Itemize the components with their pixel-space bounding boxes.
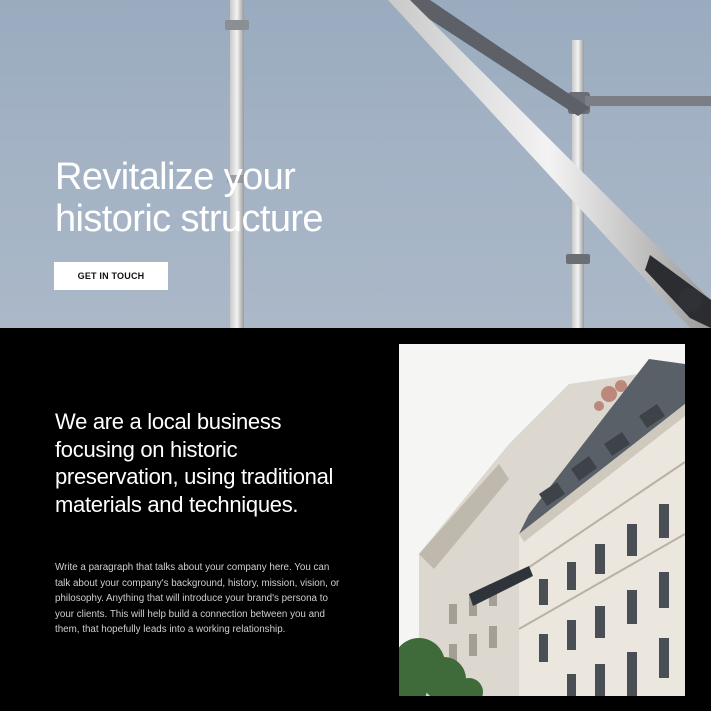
hero-title-line2: historic structure xyxy=(55,198,324,240)
hero-section: Revitalize your historic structure GET I… xyxy=(0,0,711,328)
get-in-touch-button[interactable]: GET IN TOUCH xyxy=(54,262,168,290)
hero-title: Revitalize your historic structure xyxy=(55,156,415,240)
about-heading: We are a local business focusing on hist… xyxy=(55,409,334,517)
about-paragraph: Write a paragraph that talks about your … xyxy=(55,562,340,636)
hero-title-line1: Revitalize your xyxy=(55,156,296,198)
historic-building-photo xyxy=(399,344,685,696)
building-illustration xyxy=(399,344,685,696)
about-section: We are a local business focusing on hist… xyxy=(0,328,711,711)
